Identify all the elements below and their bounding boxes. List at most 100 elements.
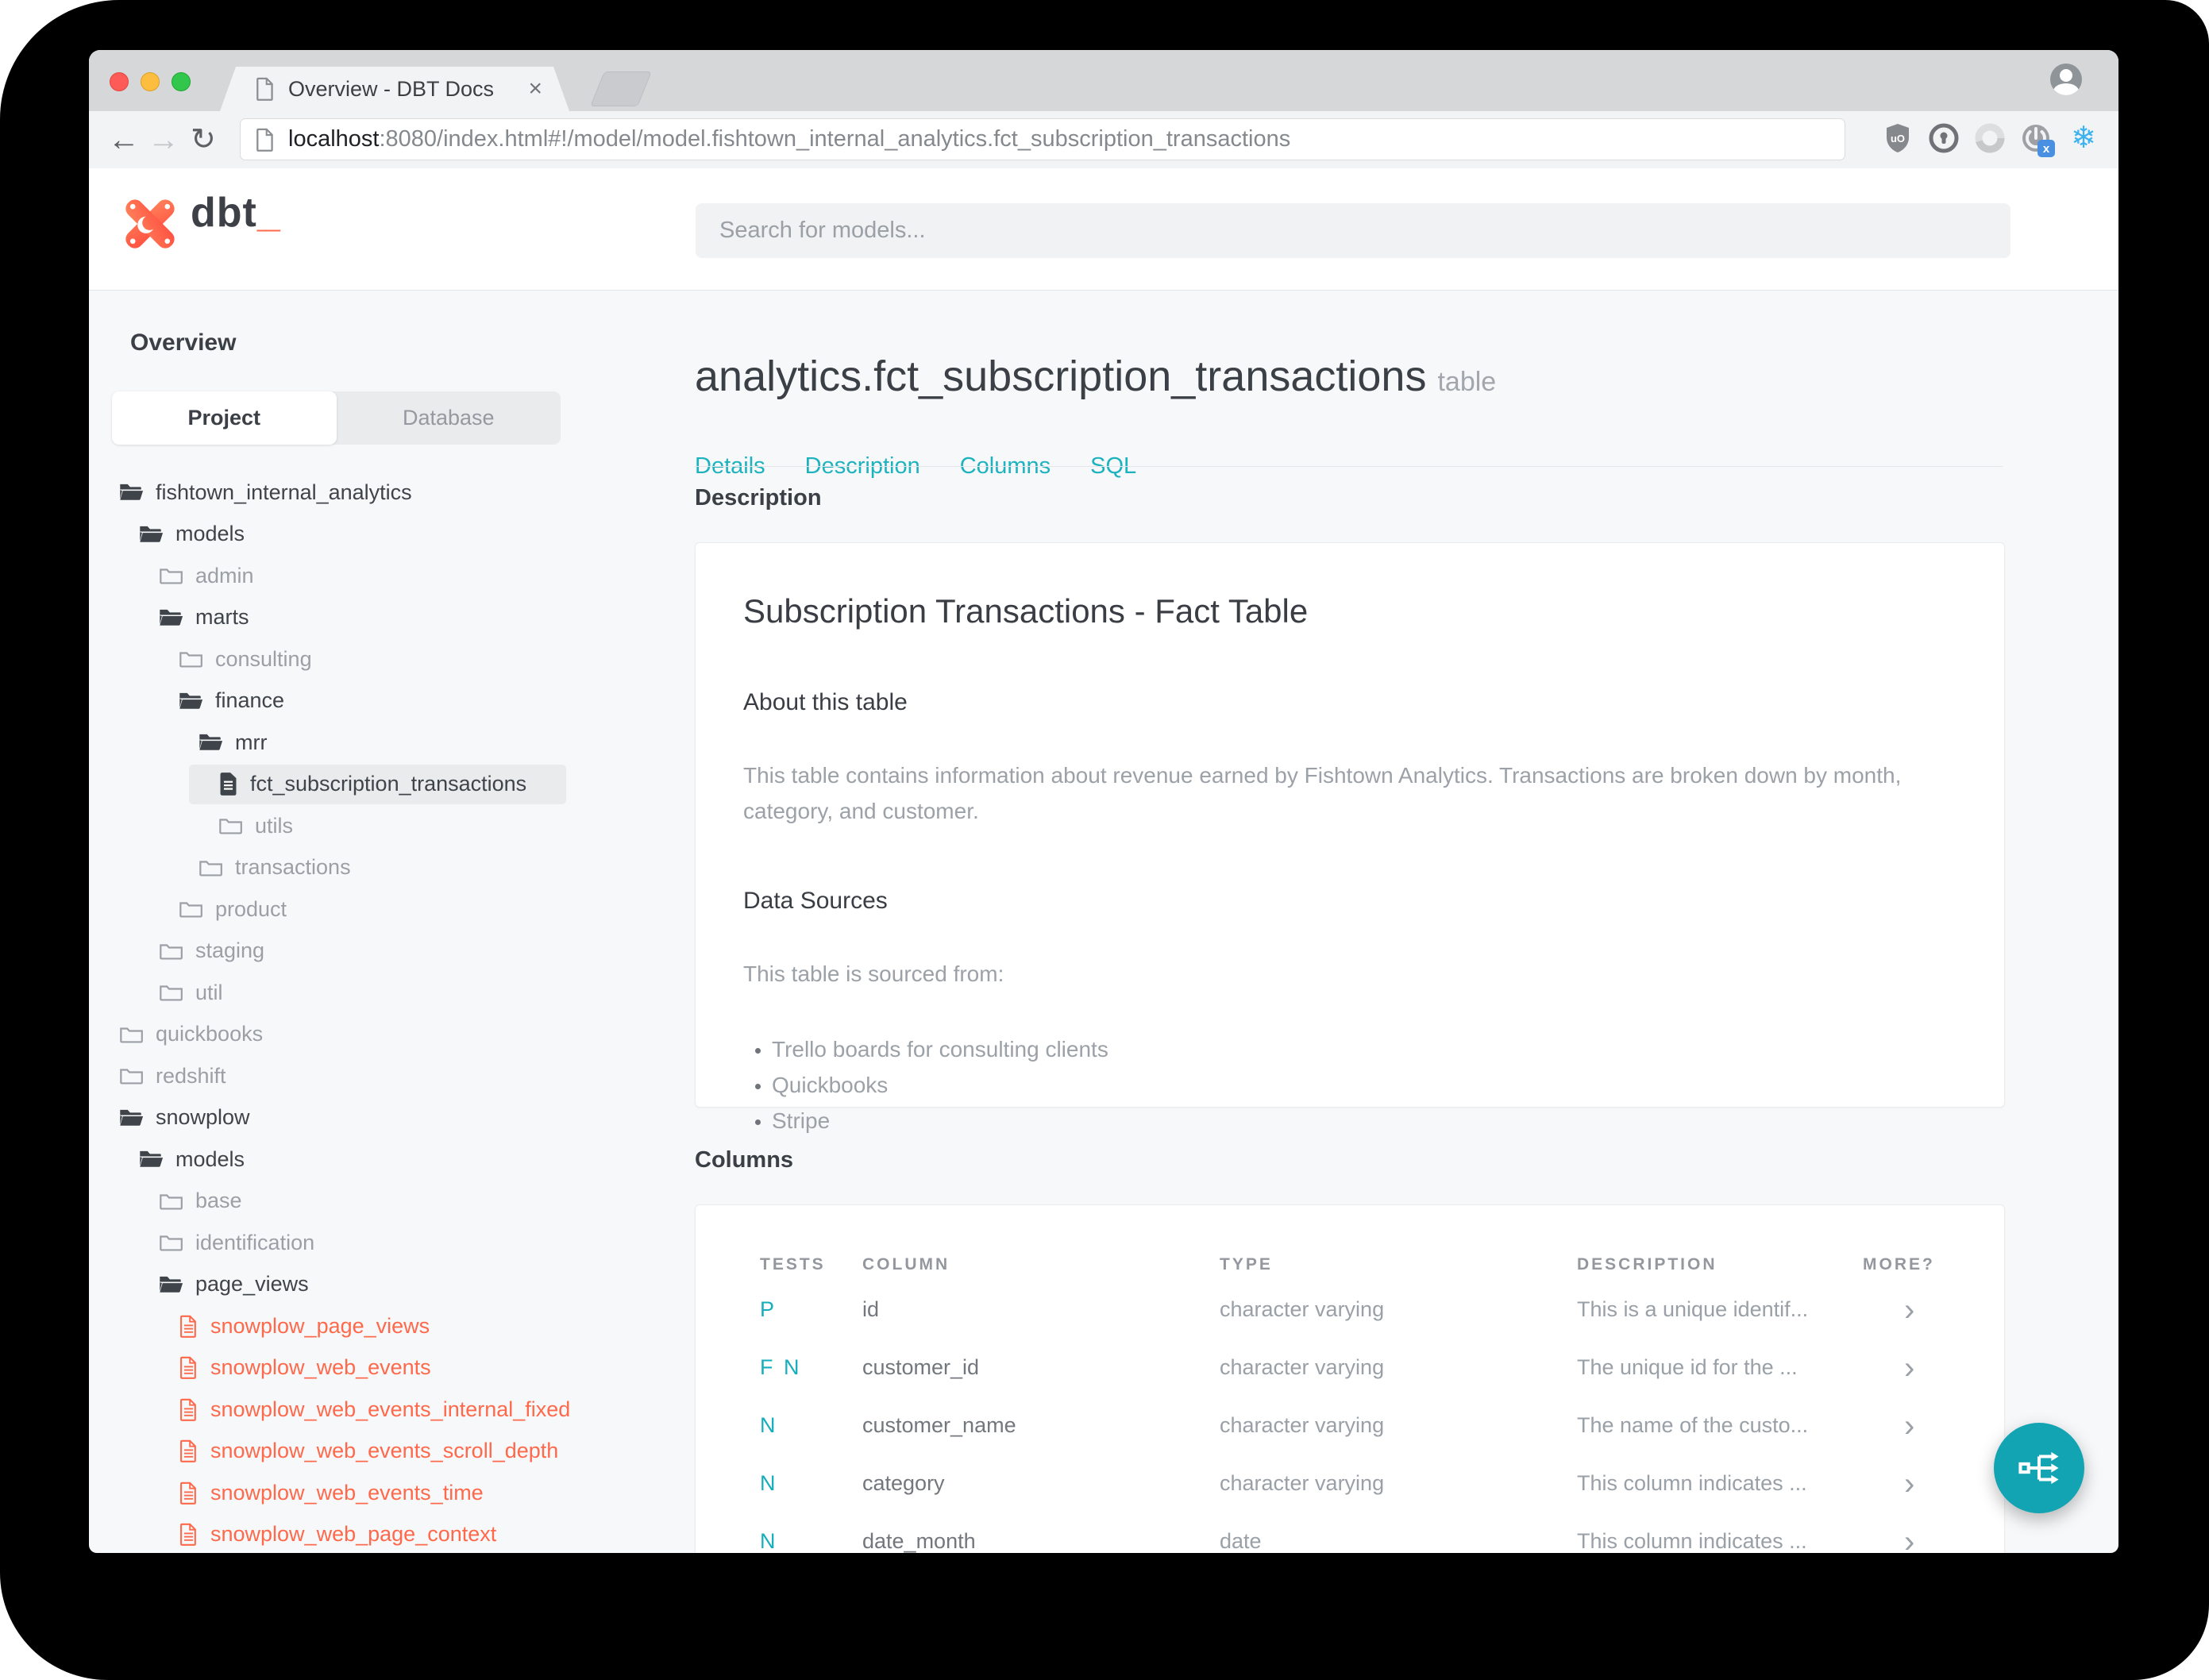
tests-badge: P bbox=[760, 1297, 777, 1321]
card-title: Subscription Transactions - Fact Table bbox=[743, 592, 1309, 630]
close-window-button[interactable] bbox=[110, 72, 129, 91]
minimize-window-button[interactable] bbox=[141, 72, 160, 91]
tab-database[interactable]: Database bbox=[337, 391, 561, 445]
tests-badge: N bbox=[760, 1413, 778, 1437]
tree-item-transactions[interactable]: transactions bbox=[89, 847, 695, 889]
chevron-right-icon[interactable]: › bbox=[1863, 1352, 2004, 1384]
new-tab-button[interactable] bbox=[590, 71, 652, 106]
columns-card: TESTS COLUMN TYPE DESCRIPTION MORE? Pid chara… bbox=[695, 1204, 2005, 1553]
folder-icon bbox=[218, 815, 243, 836]
tree-item-snowplow_page_views[interactable]: snowplow_page_views bbox=[89, 1305, 695, 1347]
tree-item-label: snowplow bbox=[156, 1105, 250, 1130]
tree-item-fishtown_internal_analytics[interactable]: fishtown_internal_analytics bbox=[89, 472, 695, 514]
folder-open-icon bbox=[119, 1108, 144, 1128]
folder-open-icon bbox=[159, 607, 183, 628]
tree-item-util[interactable]: util bbox=[89, 972, 695, 1014]
avatar-head bbox=[2060, 69, 2072, 82]
overflow-menu-icon[interactable]: ⋮ bbox=[2112, 121, 2118, 156]
close-tab-icon[interactable]: × bbox=[528, 77, 542, 101]
tree-item-snowplow_web_events_time[interactable]: snowplow_web_events_time bbox=[89, 1472, 695, 1514]
tree-item-finance[interactable]: finance bbox=[89, 680, 695, 722]
power-icon[interactable]: x bbox=[2017, 121, 2055, 157]
browser-toolbar: ← → ↻ localhost:8080/index.html#!/model/… bbox=[89, 111, 2118, 169]
table-row[interactable]: F N customer_id character varying The uniqu… bbox=[696, 1339, 2004, 1397]
keyhole-icon[interactable] bbox=[1926, 121, 1961, 156]
column-description: This column indicates ... bbox=[1577, 1529, 1807, 1553]
ring-icon[interactable] bbox=[1972, 121, 2007, 156]
sidebar-tab-switcher: Project Database bbox=[112, 391, 561, 445]
tree-item-label: identification bbox=[195, 1230, 315, 1254]
dbt-logo-text: dbt_ bbox=[191, 190, 281, 236]
about-text: This table contains information about re… bbox=[743, 763, 1902, 823]
tree-item-quickbooks[interactable]: quickbooks bbox=[89, 1014, 695, 1056]
back-button[interactable]: ← bbox=[108, 122, 140, 157]
tree-item-label: staging bbox=[195, 938, 265, 963]
chevron-right-icon[interactable]: › bbox=[1863, 1410, 2004, 1442]
tree-item-mrr[interactable]: mrr bbox=[89, 722, 695, 764]
tree-item-label: models bbox=[175, 1146, 245, 1171]
zoom-window-button[interactable] bbox=[172, 72, 191, 91]
tree-item-label: fishtown_internal_analytics bbox=[156, 480, 412, 504]
column-type: character varying bbox=[1220, 1297, 1385, 1321]
tree-item-label: finance bbox=[215, 688, 285, 713]
tree-item-identification[interactable]: identification bbox=[89, 1222, 695, 1264]
column-description: The unique id for the ... bbox=[1577, 1355, 1798, 1379]
dbt-logo-icon bbox=[125, 199, 175, 249]
overview-heading[interactable]: Overview bbox=[130, 329, 236, 356]
tree-item-snowplow_web_events_scroll_depth[interactable]: snowplow_web_events_scroll_depth bbox=[89, 1431, 695, 1473]
tree-item-label: snowplow_web_events bbox=[210, 1355, 431, 1380]
tree-item-base[interactable]: base bbox=[89, 1181, 695, 1223]
tree-item-redshift[interactable]: redshift bbox=[89, 1055, 695, 1097]
tree-item-models[interactable]: models bbox=[89, 514, 695, 556]
reload-button[interactable]: ↻ bbox=[191, 122, 216, 157]
shield-icon[interactable]: uO bbox=[1880, 121, 1915, 156]
folder-icon bbox=[119, 1024, 144, 1045]
chevron-right-icon[interactable]: › bbox=[1863, 1468, 2004, 1500]
browser-profile-avatar[interactable] bbox=[2050, 64, 2082, 95]
tree-item-label: admin bbox=[195, 563, 254, 588]
lineage-graph-button[interactable] bbox=[1994, 1423, 2084, 1513]
column-header: TYPE bbox=[1220, 1255, 1273, 1273]
browser-tab[interactable]: Overview - DBT Docs × bbox=[220, 67, 569, 111]
about-heading: About this table bbox=[743, 689, 908, 715]
tree-item-label: consulting bbox=[215, 646, 312, 671]
tree-item-page_views[interactable]: page_views bbox=[89, 1264, 695, 1306]
table-row[interactable]: Pid character varying This is a unique ide… bbox=[696, 1281, 2004, 1339]
table-row[interactable]: Ncustomer_name character varying The name … bbox=[696, 1397, 2004, 1455]
column-description: The name of the custo... bbox=[1577, 1413, 1809, 1437]
site-header: dbt_ bbox=[89, 168, 2118, 291]
table-row[interactable]: Ncategory character varying This column in… bbox=[696, 1455, 2004, 1512]
tree-item-marts[interactable]: marts bbox=[89, 597, 695, 639]
column-type: character varying bbox=[1220, 1471, 1385, 1495]
page-favicon-icon bbox=[256, 77, 273, 101]
tree-item-snowplow_web_page_context[interactable]: snowplow_web_page_context bbox=[89, 1514, 695, 1554]
tree-item-snowplow_web_events[interactable]: snowplow_web_events bbox=[89, 1347, 695, 1389]
chevron-right-icon[interactable]: › bbox=[1863, 1294, 2004, 1326]
table-row[interactable]: Ndate_month date This column indicates ...… bbox=[696, 1512, 2004, 1554]
forward-button[interactable]: → bbox=[148, 122, 179, 157]
tree-item-models[interactable]: models bbox=[89, 1139, 695, 1181]
snowflake-icon[interactable]: ❄ bbox=[2066, 121, 2101, 156]
column-name: date_month bbox=[862, 1529, 976, 1553]
tree-item-label: marts bbox=[195, 605, 249, 630]
tree-item-snowplow[interactable]: snowplow bbox=[89, 1097, 695, 1139]
tree-item-consulting[interactable]: consulting bbox=[89, 638, 695, 680]
tests-badge: N bbox=[760, 1471, 778, 1495]
tree-item-snowplow_web_events_internal_fixed[interactable]: snowplow_web_events_internal_fixed bbox=[89, 1389, 695, 1431]
page-icon bbox=[256, 128, 273, 152]
folder-open-icon bbox=[139, 1149, 164, 1169]
sources-list: Trello boards for consulting clientsQuic… bbox=[748, 1031, 1956, 1139]
chevron-right-icon[interactable]: › bbox=[1863, 1526, 2004, 1554]
tree-item-admin[interactable]: admin bbox=[89, 555, 695, 597]
url-bar[interactable]: localhost:8080/index.html#!/model/model.… bbox=[240, 118, 1845, 160]
tree-item-utils[interactable]: utils bbox=[89, 805, 695, 847]
folder-icon bbox=[199, 857, 223, 878]
column-type: date bbox=[1220, 1529, 1262, 1553]
folder-icon bbox=[179, 899, 203, 919]
tree-item-product[interactable]: product bbox=[89, 888, 695, 931]
search-input[interactable] bbox=[696, 203, 2010, 258]
tree-item-staging[interactable]: staging bbox=[89, 931, 695, 973]
tree-item-fct_subscription_transactions[interactable]: fct_subscription_transactions bbox=[89, 764, 695, 806]
tab-project[interactable]: Project bbox=[112, 391, 337, 445]
folder-icon bbox=[159, 982, 183, 1003]
